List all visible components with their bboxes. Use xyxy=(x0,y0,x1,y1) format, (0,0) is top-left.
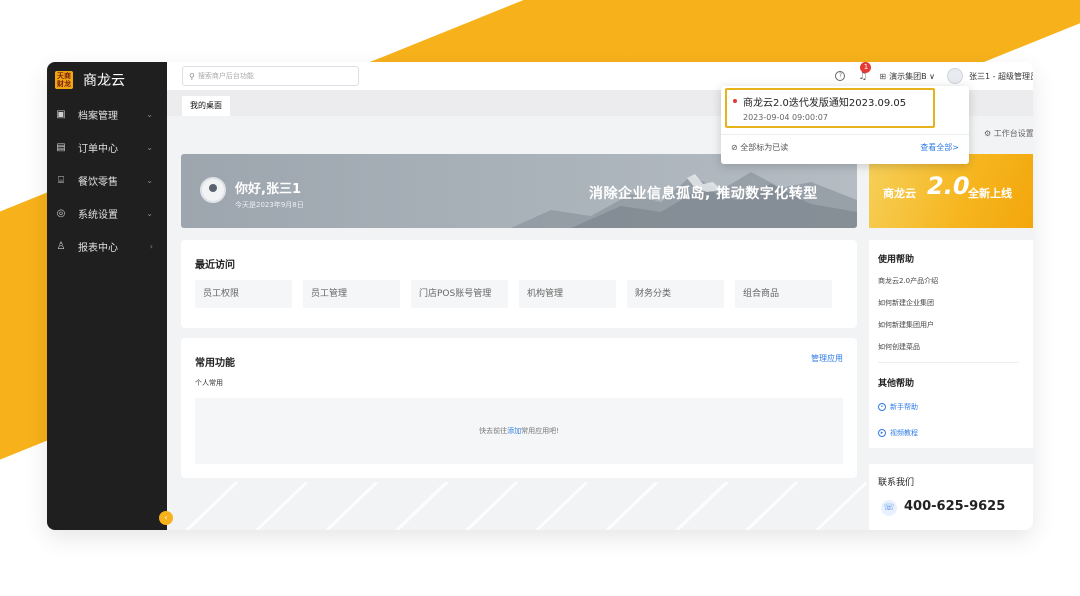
help-link[interactable]: 如何创建菜品 xyxy=(878,342,920,352)
search-icon: ⚲ xyxy=(189,71,195,81)
help-title: 使用帮助 xyxy=(878,255,915,265)
collapse-sidebar-button[interactable]: ‹ xyxy=(159,511,173,525)
beginner-help-link[interactable]: • 新手帮助 xyxy=(878,402,918,412)
contact-title: 联系我们 xyxy=(878,478,915,488)
sidebar-item-label: 订单中心 xyxy=(78,144,118,155)
video-tutorial-label: 视频教程 xyxy=(890,429,918,437)
sidebar-item-orders[interactable]: ▤ 订单中心 ⌄ xyxy=(47,131,167,164)
mark-all-read-label: 全部标为已读 xyxy=(740,143,789,152)
divider xyxy=(878,362,1019,363)
today-date: 今天是2023年9月8日 xyxy=(235,201,304,209)
sidebar-item-label: 餐饮零售 xyxy=(78,177,118,188)
recent-visits-title: 最近访问 xyxy=(195,260,235,271)
empty-state: 快去前往添加常用应用吧! xyxy=(195,398,843,464)
help-link[interactable]: 商龙云2.0产品介绍 xyxy=(878,276,938,286)
recent-item[interactable]: 员工权限 xyxy=(195,280,292,308)
sidebar-item-label: 报表中心 xyxy=(78,243,118,254)
mark-all-read-button[interactable]: ⊘ 全部标为已读 xyxy=(731,142,788,153)
notification-badge: 1 xyxy=(860,62,872,73)
recent-item[interactable]: 门店POS账号管理 xyxy=(411,280,508,308)
sidebar-item-settings[interactable]: ◎ 系统设置 ⌄ xyxy=(47,197,167,230)
help-link[interactable]: 如何新建集团用户 xyxy=(878,320,934,330)
promo-banner[interactable]: 商龙云 2.0 全新上线 xyxy=(869,154,1033,228)
play-icon: ▸ xyxy=(878,429,886,437)
recent-item[interactable]: 财务分类 xyxy=(627,280,724,308)
app-name: 商龙云 xyxy=(83,73,125,89)
personal-common-label: 个人常用 xyxy=(195,379,223,387)
other-help-title: 其他帮助 xyxy=(878,379,915,389)
welcome-banner: 你好,张三1 今天是2023年9月8日 消除企业信息孤岛, 推动数字化转型 xyxy=(181,154,857,228)
greeting: 你好,张三1 xyxy=(235,182,301,197)
manage-apps-link[interactable]: 管理应用 xyxy=(811,353,843,364)
headset-icon: ☏ xyxy=(881,500,897,516)
contact-card: 联系我们 ☏ 400-625-9625 xyxy=(869,464,1033,530)
workbench-settings-link[interactable]: ⚙ 工作台设置 xyxy=(984,128,1033,139)
video-tutorial-link[interactable]: ▸ 视频教程 xyxy=(878,428,918,438)
app-logo[interactable]: 天商 财龙 商龙云 xyxy=(47,62,167,98)
app-window: 天商 财龙 商龙云 ▣ 档案管理 ⌄ ▤ 订单中心 ⌄ ⌸ 餐饮零售 ⌄ ◎ 系统… xyxy=(47,62,1033,530)
sidebar-item-archive[interactable]: ▣ 档案管理 ⌄ xyxy=(47,98,167,131)
recent-item[interactable]: 员工管理 xyxy=(303,280,400,308)
question-icon[interactable]: ? xyxy=(835,71,846,81)
logo-mark-icon: 天商 财龙 xyxy=(55,71,73,89)
beginner-help-label: 新手帮助 xyxy=(890,403,918,411)
contact-phone: 400-625-9625 xyxy=(904,499,1006,514)
notification-bell-icon[interactable]: ♫ 1 xyxy=(858,62,872,82)
promo-tagline: 全新上线 xyxy=(968,187,1012,200)
chevron-down-icon: ⌄ xyxy=(146,110,153,119)
tab-my-desktop[interactable]: 我的桌面 xyxy=(182,96,230,116)
location-icon: • xyxy=(878,403,886,411)
promo-version: 2.0 xyxy=(927,172,970,200)
help-link[interactable]: 如何新建企业集团 xyxy=(878,298,934,308)
avatar[interactable] xyxy=(947,68,963,84)
catering-icon: ⌸ xyxy=(58,175,64,186)
notification-dropdown: 商龙云2.0迭代发版通知2023.09.05 2023-09-04 09:00:… xyxy=(721,86,969,164)
settings-icon: ◎ xyxy=(56,208,66,219)
common-functions-title: 常用功能 xyxy=(195,358,235,369)
help-card: 使用帮助 商龙云2.0产品介绍 如何新建企业集团 如何新建集团用户 如何创建菜品… xyxy=(869,240,1033,448)
promo-name: 商龙云 xyxy=(883,187,916,200)
chevron-down-icon: ⌄ xyxy=(146,143,153,152)
search-placeholder: 搜索商户后台功能 xyxy=(197,72,254,80)
recent-item[interactable]: 机构管理 xyxy=(519,280,616,308)
empty-suffix: 常用应用吧! xyxy=(521,427,559,435)
organization-icon: ⊞ xyxy=(879,71,887,81)
archive-icon: ▣ xyxy=(56,109,66,120)
chevron-right-icon: › xyxy=(149,242,153,251)
user-avatar xyxy=(200,177,226,203)
recent-item[interactable]: 组合商品 xyxy=(735,280,832,308)
order-icon: ▤ xyxy=(56,142,66,153)
gear-icon: ⚙ xyxy=(984,129,992,138)
org-selector[interactable]: 演示集团B ∨ xyxy=(889,71,935,82)
divider xyxy=(721,134,969,135)
search-input[interactable]: ⚲ 搜索商户后台功能 xyxy=(182,66,359,86)
sidebar-item-label: 系统设置 xyxy=(78,210,118,221)
empty-prefix: 快去前往 xyxy=(479,427,508,435)
report-icon: ♙ xyxy=(56,241,66,252)
common-functions-card: 常用功能 管理应用 个人常用 快去前往添加常用应用吧! xyxy=(181,338,857,478)
sidebar-item-catering[interactable]: ⌸ 餐饮零售 ⌄ xyxy=(47,164,167,197)
notification-time: 2023-09-04 09:00:07 xyxy=(743,113,828,122)
workbench-settings-label: 工作台设置 xyxy=(993,129,1033,138)
view-all-link[interactable]: 查看全部> xyxy=(920,142,959,153)
sidebar: 天商 财龙 商龙云 ▣ 档案管理 ⌄ ▤ 订单中心 ⌄ ⌸ 餐饮零售 ⌄ ◎ 系统… xyxy=(47,62,167,530)
user-menu[interactable]: 张三1 - 超级管理员 xyxy=(969,71,1033,82)
notification-item[interactable]: 商龙云2.0迭代发版通知2023.09.05 2023-09-04 09:00:… xyxy=(725,88,935,128)
notification-title: 商龙云2.0迭代发版通知2023.09.05 xyxy=(743,98,907,109)
chevron-down-icon: ⌄ xyxy=(146,209,153,218)
unread-dot xyxy=(733,99,737,103)
add-app-link[interactable]: 添加 xyxy=(507,427,521,435)
chevron-down-icon: ⌄ xyxy=(146,176,153,185)
decorative-lines xyxy=(185,482,867,530)
sidebar-item-label: 档案管理 xyxy=(78,111,118,122)
recent-visits-card: 最近访问 员工权限 员工管理 门店POS账号管理 机构管理 财务分类 组合商品 xyxy=(181,240,857,328)
banner-slogan: 消除企业信息孤岛, 推动数字化转型 xyxy=(589,186,818,202)
sidebar-item-reports[interactable]: ♙ 报表中心 › xyxy=(47,230,167,263)
